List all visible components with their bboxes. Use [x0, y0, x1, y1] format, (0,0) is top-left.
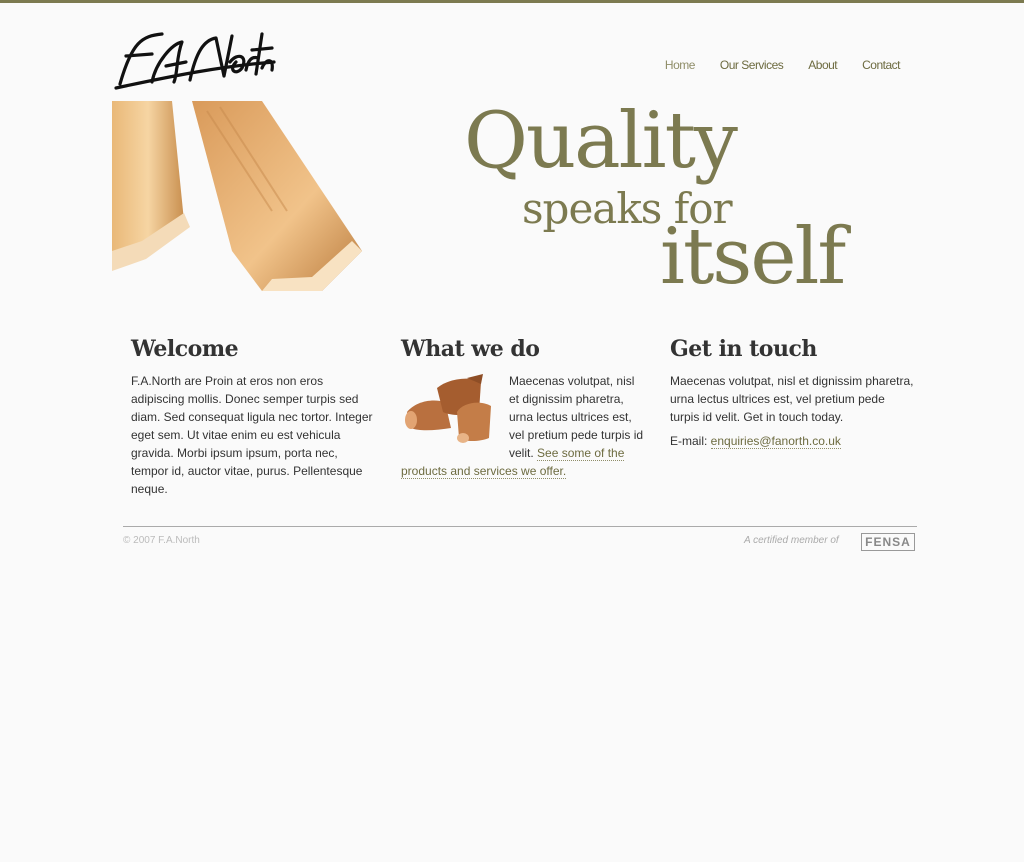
- logo-signature: [114, 32, 276, 90]
- hero-tagline: Quality speaks for itself: [460, 102, 880, 302]
- site-logo[interactable]: [112, 22, 277, 94]
- email-label: E-mail:: [670, 434, 711, 448]
- hero-moulding-image: [112, 101, 372, 296]
- nav-item-contact[interactable]: Contact: [862, 58, 900, 72]
- get-in-touch-section: Get in touch Maecenas volutpat, nisl et …: [670, 336, 915, 456]
- welcome-text: F.A.North are Proin at eros non eros adi…: [131, 374, 373, 496]
- get-in-touch-text: Maecenas volutpat, nisl et dignissim pha…: [670, 374, 914, 424]
- welcome-section: Welcome F.A.North are Proin at eros non …: [131, 336, 376, 504]
- email-link[interactable]: enquiries@fanorth.co.uk: [710, 434, 841, 449]
- footer-certified-text: A certified member of: [744, 535, 839, 546]
- email-line: E-mail: enquiries@fanorth.co.uk: [670, 432, 915, 450]
- nav-item-our-services[interactable]: Our Services: [720, 58, 784, 72]
- get-in-touch-heading: Get in touch: [670, 336, 817, 362]
- nav-item-home[interactable]: Home: [665, 58, 696, 72]
- main-nav: Home Our Services About Contact: [640, 58, 901, 72]
- tagline-quality: Quality: [464, 96, 738, 186]
- welcome-heading: Welcome: [131, 336, 239, 362]
- tagline-itself: itself: [660, 212, 846, 302]
- what-we-do-heading: What we do: [401, 336, 540, 362]
- top-accent-bar: [0, 0, 1024, 3]
- footer-copyright: © 2007 F.A.North: [123, 535, 200, 546]
- footer-divider: [123, 526, 917, 527]
- nav-item-about[interactable]: About: [808, 58, 837, 72]
- fensa-badge[interactable]: FENSA: [861, 533, 915, 551]
- veneer-rolls-image: [401, 372, 497, 452]
- what-we-do-section: What we do Maecenas volutpat, nisl et di…: [401, 336, 646, 486]
